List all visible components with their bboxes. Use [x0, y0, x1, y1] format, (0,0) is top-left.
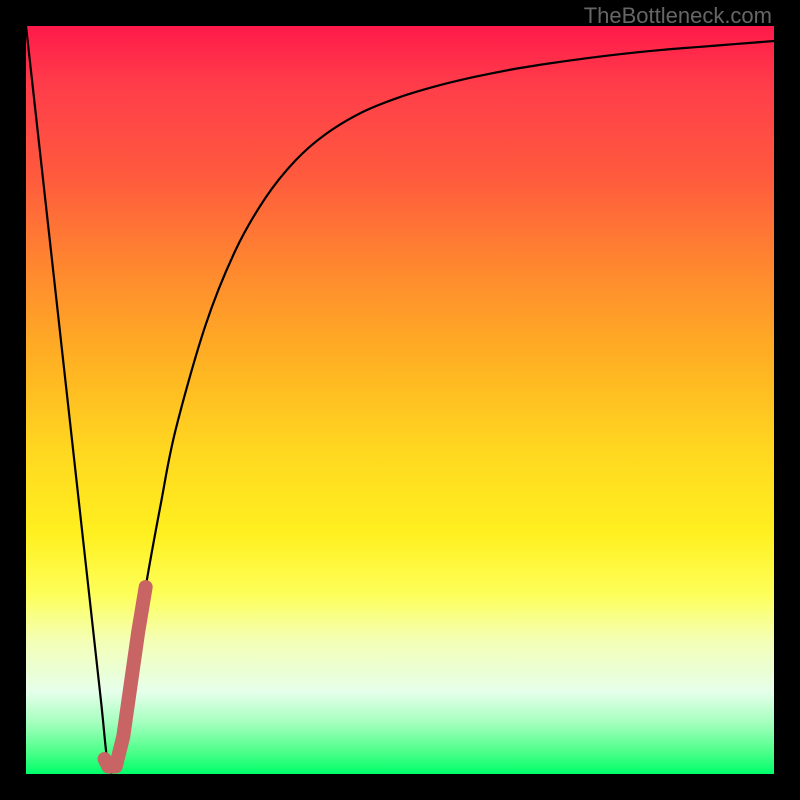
chart-svg	[26, 26, 774, 774]
watermark-text: TheBottleneck.com	[584, 3, 772, 29]
highlight-segment-line	[105, 587, 146, 767]
chart-plot-area	[26, 26, 774, 774]
